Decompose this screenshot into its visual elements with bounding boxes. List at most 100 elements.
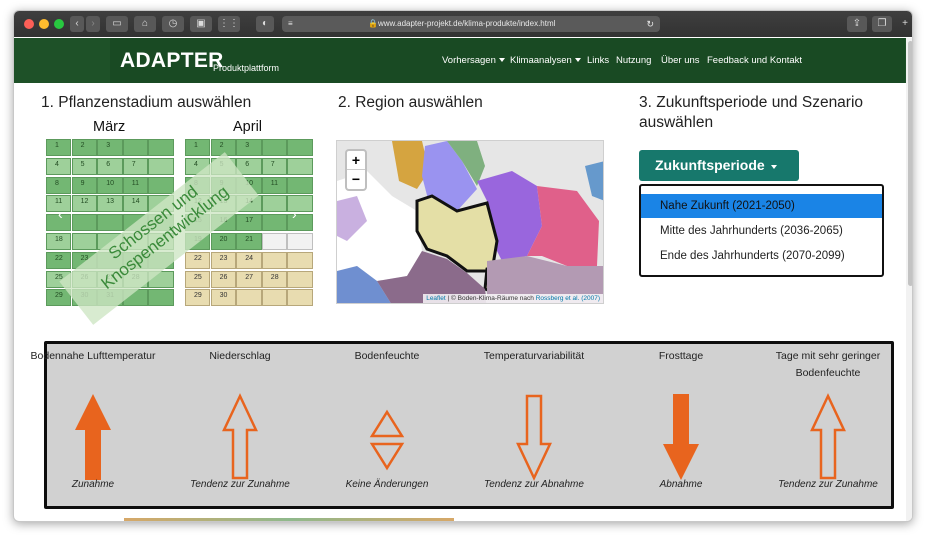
calendar-day[interactable]: 1 (46, 139, 72, 156)
period-option-near[interactable]: Nahe Zukunft (2021-2050) (641, 194, 882, 218)
forward-icon[interactable]: › (86, 16, 100, 32)
nav-item-links[interactable]: Links (587, 55, 609, 66)
calendar-day[interactable]: 17 (236, 214, 262, 232)
calendar-prev-icon[interactable]: ‹ (58, 206, 63, 222)
calendar-day[interactable]: 22 (46, 251, 72, 269)
calendar-day[interactable]: 30 (210, 289, 236, 307)
calendar-day[interactable] (122, 139, 149, 156)
history-icon[interactable]: ◷ (162, 16, 184, 32)
calendar-day[interactable] (71, 214, 97, 232)
zoom-in-button[interactable]: + (347, 151, 365, 170)
calendar-day[interactable] (261, 289, 288, 307)
indicator-precipitation: Niederschlag Tendenz zur Zunahme (170, 344, 310, 506)
home-icon[interactable]: ⌂ (134, 16, 156, 32)
calendar-day[interactable] (261, 139, 288, 156)
brand-logo[interactable]: ADAPTER (120, 49, 224, 73)
minimize-window-button[interactable] (39, 19, 49, 29)
calendar-day[interactable]: 12 (71, 195, 97, 213)
sidebar-icon[interactable]: ▭ (106, 16, 128, 32)
nav-item-vorhersagen[interactable]: Vorhersagen (442, 55, 505, 66)
scrollbar-thumb[interactable] (908, 41, 912, 286)
address-bar[interactable]: ≡ 🔒 www.adapter-projekt.de/klima-produkt… (282, 16, 660, 32)
calendar-day[interactable] (287, 289, 313, 307)
nav-item-feedback[interactable]: Feedback und Kontakt (707, 55, 802, 66)
new-tab-icon[interactable]: + (898, 16, 912, 32)
shield-icon[interactable]: ◐ (256, 16, 274, 32)
calendar-day[interactable] (148, 176, 174, 194)
period-option-end[interactable]: Ende des Jahrhunderts (2070-2099) (641, 244, 882, 268)
calendar-day[interactable] (287, 157, 313, 175)
region-map[interactable]: + − Leaflet | © Boden-Klima-Räume nach R… (336, 140, 604, 304)
calendar-day[interactable]: 25 (185, 270, 211, 288)
period-option-mid[interactable]: Mitte des Jahrhunderts (2036-2065) (641, 219, 882, 243)
calendar-day[interactable]: 28 (261, 270, 288, 288)
calendar-day[interactable] (148, 289, 174, 307)
calendar-day[interactable] (236, 289, 262, 307)
calendar-day[interactable] (261, 214, 288, 232)
source-link[interactable]: Rossberg et al. (2007) (536, 295, 600, 302)
nav-item-ueber-uns[interactable]: Über uns (661, 55, 700, 66)
calendar-day[interactable]: 13 (97, 195, 123, 213)
calendar-day[interactable]: 26 (210, 270, 236, 288)
calendar-day[interactable]: 11 (261, 176, 288, 194)
calendar-day[interactable]: 23 (210, 251, 236, 269)
nav-item-nutzung[interactable]: Nutzung (616, 55, 651, 66)
caret-down-icon (770, 165, 777, 169)
calendar-day[interactable] (287, 233, 313, 250)
calendar-day[interactable]: 2 (71, 139, 97, 156)
section-title-plant-stage: 1. Pflanzenstadium auswählen (41, 94, 252, 111)
calendar-day[interactable]: 7 (122, 157, 149, 175)
calendar-next-icon[interactable]: › (292, 206, 297, 222)
calendar-day[interactable] (148, 139, 174, 156)
calendar-day[interactable]: 22 (185, 251, 211, 269)
calendar-day[interactable]: 8 (46, 176, 72, 194)
calendar-day[interactable]: 20 (210, 233, 236, 250)
period-dropdown-button[interactable]: Zukunftsperiode (639, 150, 799, 181)
back-icon[interactable]: ‹ (70, 16, 84, 32)
calendar-day[interactable]: 3 (97, 139, 123, 156)
calendar-day[interactable]: 14 (122, 195, 149, 213)
region-map-shapes[interactable] (337, 141, 604, 304)
calendar-day[interactable]: 5 (71, 157, 97, 175)
calendar-day[interactable]: 6 (97, 157, 123, 175)
tabs-icon[interactable]: ❐ (872, 16, 892, 32)
calendar-day[interactable] (97, 214, 123, 232)
reload-icon[interactable]: ↻ (646, 16, 654, 32)
zoom-out-button[interactable]: − (347, 170, 365, 189)
close-window-button[interactable] (24, 19, 34, 29)
calendar-day[interactable] (261, 251, 288, 269)
calendar-day[interactable]: 27 (236, 270, 262, 288)
calendar-day[interactable] (261, 195, 288, 213)
month-label-march: März (93, 119, 126, 135)
arrow-up-outline-icon (810, 393, 846, 480)
indicator-trend: Zunahme (71, 479, 115, 490)
calendar-day[interactable] (261, 233, 288, 250)
calendar-day[interactable]: 7 (261, 157, 288, 175)
calendar-day[interactable] (287, 176, 313, 194)
calendar-day[interactable]: 3 (236, 139, 262, 156)
caret-down-icon (498, 58, 505, 62)
grid-icon[interactable]: ⋮⋮ (218, 16, 240, 32)
reader-icon[interactable]: ≡ (288, 16, 293, 32)
calendar-day[interactable] (287, 139, 313, 156)
calendar-day[interactable]: 24 (236, 251, 262, 269)
calendar-day[interactable]: 4 (46, 157, 72, 175)
calendar-day[interactable] (148, 157, 174, 175)
browser-toolbar: ‹ › ▭ ⌂ ◷ ▣ ⋮⋮ ◐ ≡ 🔒 www.adapter-projekt… (14, 11, 912, 37)
share-icon[interactable]: ⇪ (847, 16, 867, 32)
nav-item-klimaanalysen[interactable]: Klimaanalysen (510, 55, 581, 66)
calendar-day[interactable]: 10 (97, 176, 123, 194)
calendar-day[interactable]: 9 (71, 176, 97, 194)
calendar-day[interactable] (71, 233, 97, 250)
calendar-day[interactable]: 11 (122, 176, 149, 194)
calendar-day[interactable] (287, 251, 313, 269)
calendar-day[interactable]: 18 (46, 233, 72, 250)
leaflet-link[interactable]: Leaflet (426, 295, 446, 302)
screenshot-icon[interactable]: ▣ (190, 16, 212, 32)
zoom-window-button[interactable] (54, 19, 64, 29)
calendar-day[interactable]: 1 (185, 139, 211, 156)
calendar-day[interactable]: 21 (236, 233, 262, 250)
calendar-day[interactable] (287, 270, 313, 288)
indicator-frost-days: Frosttage Abnahme (611, 344, 751, 506)
calendar-day[interactable]: 29 (185, 289, 211, 307)
